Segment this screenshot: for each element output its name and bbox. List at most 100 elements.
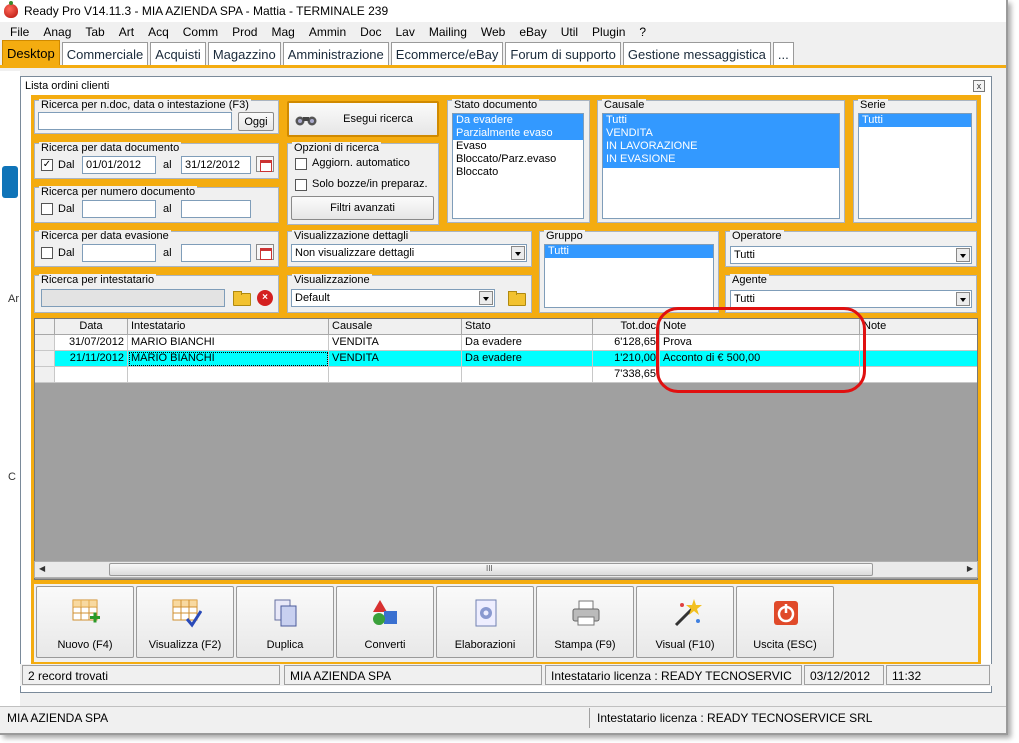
menu-ammin[interactable]: Ammin bbox=[302, 25, 353, 39]
col-header-data[interactable]: Data bbox=[55, 319, 128, 335]
calendar-icon[interactable] bbox=[256, 156, 274, 172]
menu-mailing[interactable]: Mailing bbox=[422, 25, 474, 39]
col-header-totdoc[interactable]: Tot.doc bbox=[593, 319, 660, 335]
col-header-stato[interactable]: Stato bbox=[462, 319, 593, 335]
list-item[interactable]: IN EVASIONE bbox=[603, 153, 839, 166]
auto-refresh-checkbox[interactable] bbox=[295, 158, 307, 170]
view-select[interactable]: Default bbox=[291, 289, 495, 307]
chevron-down-icon[interactable] bbox=[956, 292, 970, 306]
scroll-left-icon[interactable]: ◀ bbox=[39, 564, 45, 573]
row-selector[interactable] bbox=[35, 351, 55, 367]
agente-select[interactable]: Tutti bbox=[730, 290, 972, 308]
menu-lav[interactable]: Lav bbox=[389, 25, 422, 39]
tab-commerciale[interactable]: Commerciale bbox=[61, 42, 149, 65]
list-item[interactable]: Bloccato/Parz.evaso bbox=[453, 153, 583, 166]
menu-util[interactable]: Util bbox=[554, 25, 585, 39]
chevron-down-icon[interactable] bbox=[511, 246, 525, 260]
menu-mag[interactable]: Mag bbox=[264, 25, 301, 39]
doc-date-checkbox[interactable]: ✓ bbox=[41, 159, 53, 171]
menu-anag[interactable]: Anag bbox=[36, 25, 78, 39]
view-button[interactable]: Visualizza (F2) bbox=[136, 586, 234, 658]
menu-art[interactable]: Art bbox=[112, 25, 141, 39]
list-item[interactable]: VENDITA bbox=[603, 127, 839, 140]
menu-plugin[interactable]: Plugin bbox=[585, 25, 632, 39]
oggi-button[interactable]: Oggi bbox=[238, 112, 274, 131]
list-item[interactable]: Tutti bbox=[603, 114, 839, 127]
evasion-date-checkbox[interactable] bbox=[41, 247, 53, 259]
list-item[interactable]: Da evadere bbox=[453, 114, 583, 127]
list-item[interactable]: Bloccato bbox=[453, 166, 583, 179]
drafts-only-checkbox[interactable] bbox=[295, 179, 307, 191]
menu-ebay[interactable]: eBay bbox=[512, 25, 553, 39]
advanced-filters-button[interactable]: Filtri avanzati bbox=[291, 196, 434, 220]
scroll-right-icon[interactable]: ▶ bbox=[967, 564, 973, 573]
menu-prod[interactable]: Prod bbox=[225, 25, 264, 39]
calendar-icon[interactable] bbox=[256, 244, 274, 260]
horizontal-scrollbar[interactable]: ◀ III ▶ bbox=[34, 561, 978, 578]
exit-button[interactable]: Uscita (ESC) bbox=[736, 586, 834, 658]
folder-icon[interactable] bbox=[232, 289, 251, 306]
evasion-date-to-input[interactable] bbox=[181, 244, 251, 262]
visual-button[interactable]: Visual (F10) bbox=[636, 586, 734, 658]
search-ndoc-input[interactable] bbox=[38, 112, 232, 130]
doc-number-checkbox[interactable] bbox=[41, 203, 53, 215]
convert-button[interactable]: Converti bbox=[336, 586, 434, 658]
doc-date-to-input[interactable]: 31/12/2012 bbox=[181, 156, 251, 174]
col-header-causale[interactable]: Causale bbox=[329, 319, 462, 335]
duplicate-button[interactable]: Duplica bbox=[236, 586, 334, 658]
menu-web[interactable]: Web bbox=[474, 25, 512, 39]
menu-file[interactable]: File bbox=[3, 25, 36, 39]
print-button[interactable]: Stampa (F9) bbox=[536, 586, 634, 658]
menu-help[interactable]: ? bbox=[632, 25, 653, 39]
holder-input bbox=[41, 289, 225, 307]
scroll-thumb[interactable]: III bbox=[109, 563, 873, 576]
close-icon[interactable]: x bbox=[973, 80, 985, 92]
row-selector[interactable] bbox=[35, 335, 55, 351]
menu-doc[interactable]: Doc bbox=[353, 25, 388, 39]
tab-acquisti[interactable]: Acquisti bbox=[150, 42, 206, 65]
menu-acq[interactable]: Acq bbox=[141, 25, 176, 39]
search-button-label: Esegui ricerca bbox=[343, 113, 413, 125]
col-header-note[interactable]: Note bbox=[660, 319, 860, 335]
chevron-down-icon[interactable] bbox=[479, 291, 493, 305]
list-item[interactable]: Tutti bbox=[859, 114, 971, 127]
list-item[interactable]: IN LAVORAZIONE bbox=[603, 140, 839, 153]
col-header-note-2[interactable]: Note bbox=[860, 319, 977, 335]
new-button[interactable]: Nuovo (F4) bbox=[36, 586, 134, 658]
table-row[interactable]: 31/07/2012 MARIO BIANCHI VENDITA Da evad… bbox=[35, 335, 977, 351]
doc-status-list[interactable]: Da evadere Parzialmente evaso Evaso Bloc… bbox=[452, 113, 584, 219]
list-item[interactable]: Tutti bbox=[545, 245, 713, 258]
serie-list[interactable]: Tutti bbox=[858, 113, 972, 219]
causale-list[interactable]: Tutti VENDITA IN LAVORAZIONE IN EVASIONE bbox=[602, 113, 840, 219]
doc-date-from-input[interactable]: 01/01/2012 bbox=[82, 156, 156, 174]
orders-grid[interactable]: Data Intestatario Causale Stato Tot.doc … bbox=[34, 318, 978, 580]
evasion-date-from-input[interactable] bbox=[82, 244, 156, 262]
tab-forum[interactable]: Forum di supporto bbox=[505, 42, 621, 65]
detail-view-select[interactable]: Non visualizzare dettagli bbox=[291, 244, 527, 262]
chevron-down-icon[interactable] bbox=[956, 248, 970, 262]
list-item[interactable]: Parzialmente evaso bbox=[453, 127, 583, 140]
tab-messaggistica[interactable]: Gestione messaggistica bbox=[622, 42, 771, 65]
tab-more[interactable]: ... bbox=[772, 42, 794, 65]
tab-amministrazione[interactable]: Amministrazione bbox=[282, 42, 389, 65]
group-title: Ricerca per intestatario bbox=[39, 274, 157, 286]
search-button[interactable]: Esegui ricerca bbox=[287, 101, 439, 137]
app-status-bar: MIA AZIENDA SPA Intestatario licenza : R… bbox=[0, 706, 1006, 728]
group-search-ndoc: Ricerca per n.doc, data o intestazione (… bbox=[34, 99, 279, 134]
doc-number-from-input[interactable] bbox=[82, 200, 156, 218]
tab-desktop[interactable]: Desktop bbox=[2, 40, 60, 65]
col-header-intestatario[interactable]: Intestatario bbox=[128, 319, 329, 335]
doc-number-to-input[interactable] bbox=[181, 200, 251, 218]
folder-icon[interactable] bbox=[507, 289, 526, 306]
clear-icon[interactable]: × bbox=[257, 290, 273, 306]
menu-bar: File Anag Tab Art Acq Comm Prod Mag Ammi… bbox=[0, 22, 1006, 42]
tab-ecommerce[interactable]: Ecommerce/eBay bbox=[390, 42, 504, 65]
processing-button[interactable]: Elaborazioni bbox=[436, 586, 534, 658]
operatore-select[interactable]: Tutti bbox=[730, 246, 972, 264]
menu-tab[interactable]: Tab bbox=[78, 25, 111, 39]
list-item[interactable]: Evaso bbox=[453, 140, 583, 153]
tab-magazzino[interactable]: Magazzino bbox=[207, 42, 281, 65]
menu-comm[interactable]: Comm bbox=[176, 25, 225, 39]
table-row-selected[interactable]: 21/11/2012 MARIO BIANCHI VENDITA Da evad… bbox=[35, 351, 977, 367]
gruppo-list[interactable]: Tutti bbox=[544, 244, 714, 308]
